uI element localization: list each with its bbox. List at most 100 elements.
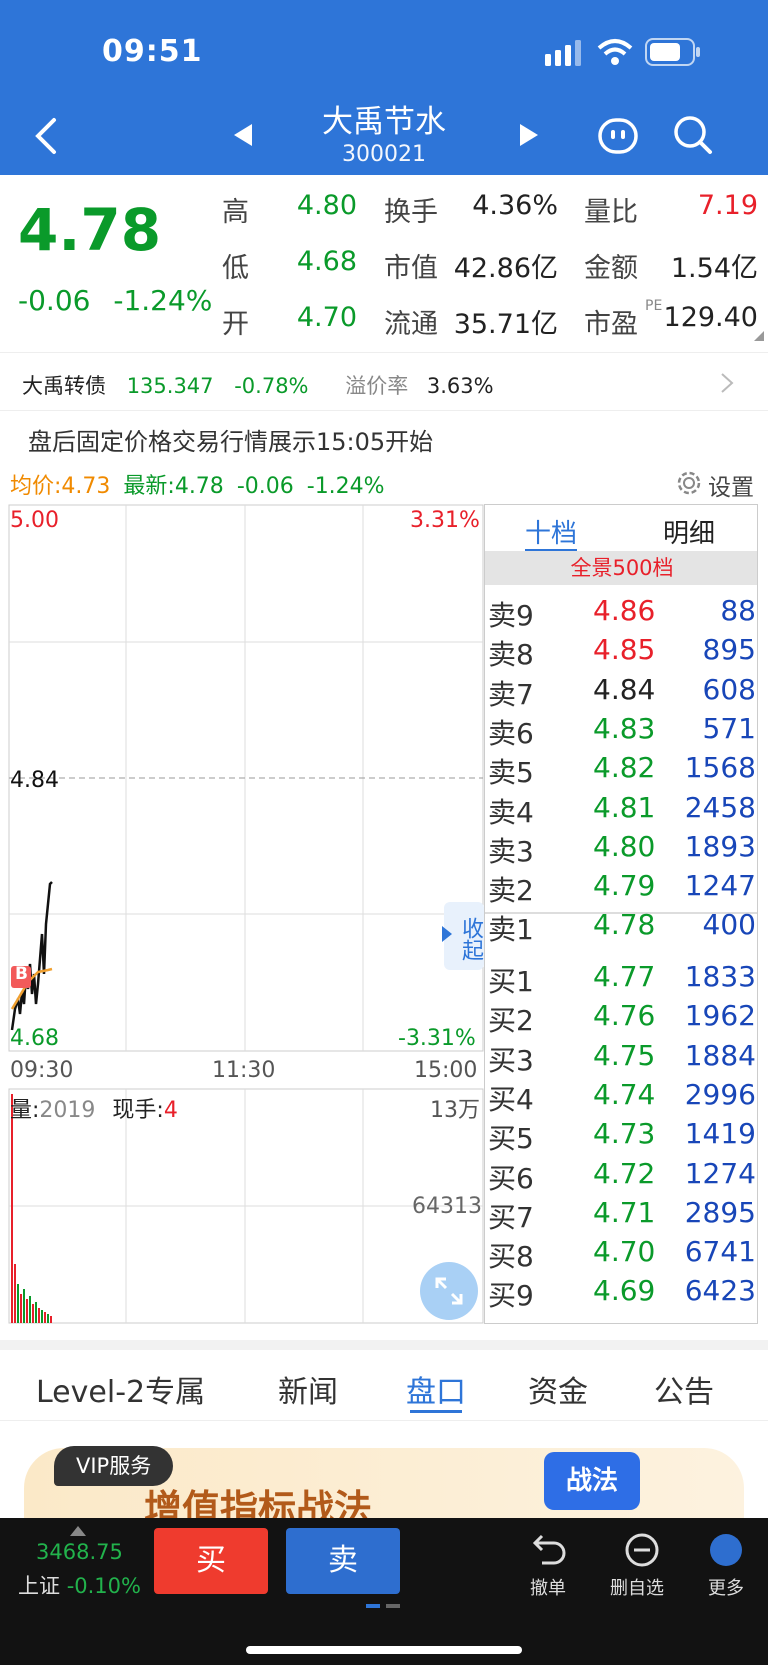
level-volume: 1884	[684, 1038, 756, 1072]
bond-name: 大禹转债	[22, 374, 106, 398]
level-label: 卖3	[488, 834, 534, 868]
level-price: 4.77	[593, 960, 656, 993]
quote-value: 1.54亿	[670, 253, 758, 284]
order-row[interactable]: 买1 4.77 1833	[488, 960, 756, 998]
expand-up-icon[interactable]	[70, 1526, 86, 1536]
full-depth-banner[interactable]: 全景500档	[485, 551, 757, 585]
quote-label: 金额	[584, 253, 638, 284]
level-label: 卖7	[488, 677, 534, 711]
level-volume: 895	[702, 633, 756, 667]
y-high-label: 5.00	[10, 508, 59, 533]
latest-change: -0.06	[236, 474, 294, 499]
tab-item[interactable]: 资金	[528, 1367, 588, 1411]
next-stock-icon[interactable]	[518, 122, 540, 148]
order-row[interactable]: 卖8 4.85 895	[488, 633, 756, 671]
level-price: 4.75	[593, 1038, 656, 1072]
level-volume: 1833	[684, 960, 756, 993]
banner-badge: 战法	[544, 1452, 640, 1510]
hand-label: 现手:	[112, 1098, 164, 1123]
level-label: 买4	[488, 1082, 534, 1116]
level-volume: 1893	[684, 829, 756, 863]
order-row[interactable]: 买5 4.73 1419	[488, 1117, 756, 1155]
quote-value: 35.71亿	[453, 309, 558, 340]
buy-button[interactable]: 买	[154, 1528, 268, 1594]
index-name: 上证	[18, 1574, 60, 1598]
order-row[interactable]: 买6 4.72 1274	[488, 1157, 756, 1195]
quote-value: 4.36%	[472, 190, 558, 221]
order-row[interactable]: 卖6 4.83 571	[488, 712, 756, 750]
order-row[interactable]: 卖9 4.86 88	[488, 594, 756, 632]
level-price: 4.79	[593, 869, 656, 903]
remove-watchlist-button[interactable]: 删自选	[610, 1532, 674, 1608]
level-price: 4.82	[593, 751, 656, 785]
signal-icon	[545, 40, 581, 66]
after-hours-notice: 盘后固定价格交易行情展示15:05开始	[28, 428, 434, 456]
expand-icon	[435, 1277, 463, 1305]
vip-banner[interactable]: VIP服务 增值指标战法 战法	[24, 1446, 744, 1531]
order-row[interactable]: 卖4 4.81 2458	[488, 791, 756, 829]
tab-item[interactable]: 盘口	[406, 1367, 466, 1411]
battery-icon	[645, 38, 700, 66]
level-label: 买1	[488, 965, 534, 998]
level-label: 买9	[488, 1279, 534, 1313]
order-row[interactable]: 卖2 4.79 1247	[488, 869, 756, 907]
change-value: -0.06	[18, 284, 91, 317]
cancel-order-button[interactable]: 撤单	[522, 1532, 578, 1608]
order-row[interactable]: 卖5 4.82 1568	[488, 751, 756, 789]
y-high-pct: 3.31%	[410, 508, 480, 533]
level-price: 4.85	[593, 633, 656, 667]
level-label: 买8	[488, 1240, 534, 1274]
premium-value: 3.63%	[426, 374, 494, 398]
tab-details[interactable]: 明细	[663, 513, 715, 550]
hand-value: 4	[163, 1098, 178, 1123]
volume-info: 量:2019 现手:4	[10, 1092, 178, 1124]
fullscreen-button[interactable]	[420, 1262, 478, 1320]
order-row[interactable]: 卖1 4.78 400	[488, 908, 756, 946]
corner-indicator	[754, 331, 764, 341]
more-button[interactable]: 更多	[702, 1532, 750, 1608]
level-price: 4.86	[593, 594, 656, 627]
quote-label: 低	[222, 253, 249, 284]
sell-button[interactable]: 卖	[286, 1528, 400, 1594]
minus-circle-icon	[625, 1533, 659, 1567]
order-row[interactable]: 买3 4.75 1884	[488, 1039, 756, 1077]
order-row[interactable]: 卖3 4.80 1893	[488, 830, 756, 868]
order-row[interactable]: 买2 4.76 1962	[488, 999, 756, 1037]
settings-button[interactable]: 设置	[674, 466, 764, 501]
quote-value: 4.70	[296, 302, 357, 333]
order-row[interactable]: 卖7 4.84 608	[488, 673, 756, 711]
avg-price-label: 均价:4.73	[10, 474, 111, 499]
chat-bot-icon[interactable]	[598, 116, 638, 156]
tab-item[interactable]: 公告	[654, 1367, 714, 1411]
tab-item[interactable]: 新闻	[278, 1367, 338, 1411]
order-row[interactable]: 买8 4.70 6741	[488, 1235, 756, 1273]
chevron-right-icon[interactable]	[720, 372, 734, 394]
level-label: 买7	[488, 1200, 534, 1234]
convertible-bond-row[interactable]: 大禹转债 135.347 -0.78% 溢价率 3.63%	[22, 370, 762, 400]
level-label: 卖5	[488, 756, 534, 790]
quote-value: 4.80	[296, 190, 357, 221]
stock-code: 300021	[342, 142, 426, 167]
level-volume: 2895	[684, 1195, 756, 1229]
tab-item[interactable]: Level-2专属	[36, 1367, 205, 1411]
quote-label: 流通	[384, 309, 438, 340]
quote-label: 高	[222, 197, 249, 228]
order-row[interactable]: 买4 4.74 2996	[488, 1078, 756, 1116]
home-indicator	[246, 1646, 522, 1654]
order-row[interactable]: 买9 4.69 6423	[488, 1274, 756, 1312]
level-volume: 608	[702, 672, 756, 706]
pe-superscript: PE	[645, 298, 663, 314]
level-label: 卖4	[488, 795, 534, 829]
order-row[interactable]: 买7 4.71 2895	[488, 1196, 756, 1234]
level-price: 4.78	[593, 908, 656, 942]
level-volume: 1419	[684, 1117, 756, 1151]
tab-ten-levels[interactable]: 十档	[525, 513, 577, 550]
level-label: 卖1	[488, 913, 534, 947]
bond-change: -0.78%	[234, 374, 309, 398]
index-name-row: 上证 -0.10%	[18, 1570, 141, 1600]
level-volume: 1568	[684, 751, 756, 785]
search-icon[interactable]	[672, 114, 714, 156]
level-volume: 1274	[684, 1156, 756, 1190]
level-label: 卖6	[488, 716, 534, 750]
x-label-close: 15:00	[414, 1058, 478, 1083]
